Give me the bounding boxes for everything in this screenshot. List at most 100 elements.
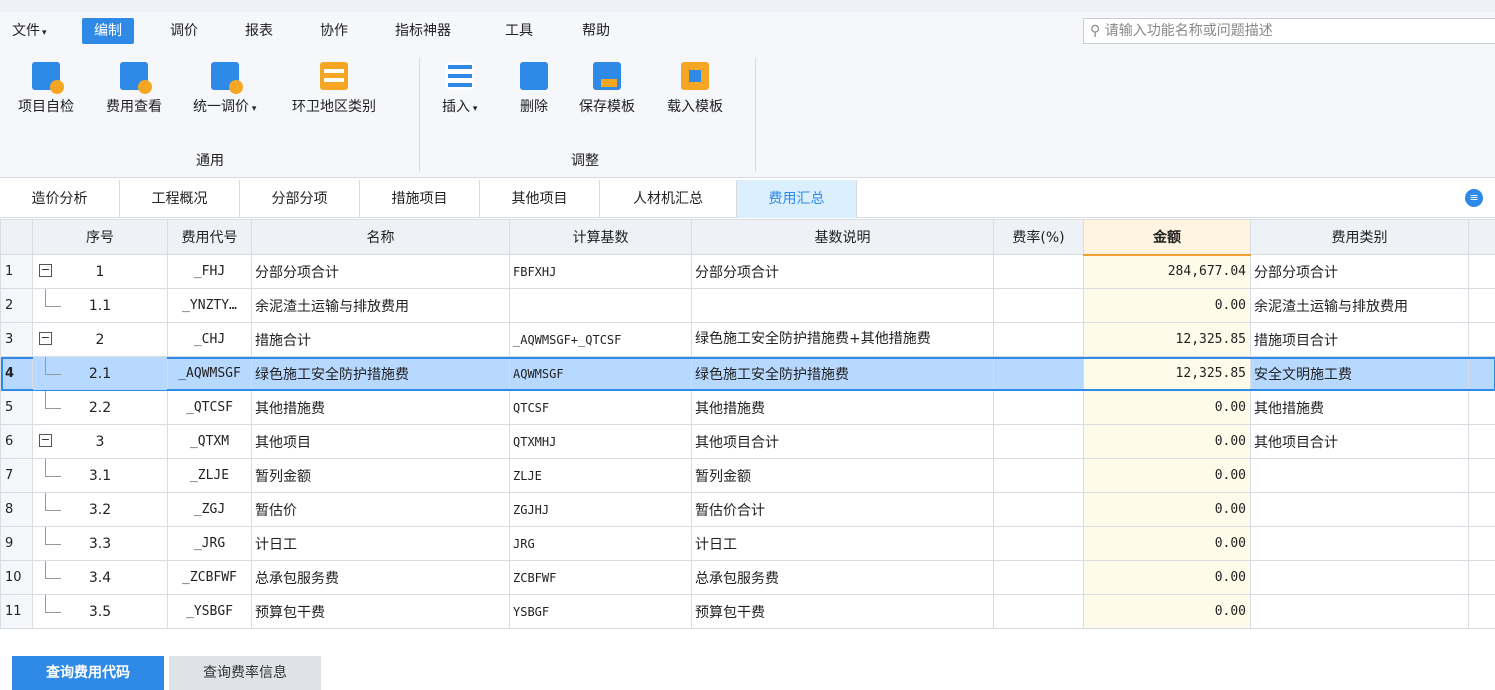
name-cell[interactable]: 措施合计 xyxy=(251,322,510,357)
code-cell[interactable]: _ZLJE xyxy=(167,458,252,493)
table-row-selected[interactable]: 4 2.1 _AQWMSGF 绿色施工安全防护措施费 AQWMSGF 绿色施工安… xyxy=(0,356,1495,391)
seq-cell[interactable]: 3.3 xyxy=(32,526,168,561)
cost-view-button[interactable]: 费用查看 xyxy=(106,62,162,116)
code-cell[interactable]: _FHJ xyxy=(167,254,252,289)
name-cell[interactable]: 暂列金额 xyxy=(251,458,510,493)
header-seq[interactable]: 序号 xyxy=(32,219,168,255)
table-row[interactable]: 9 3.3 _JRG 计日工 JRG 计日工 0.00 xyxy=(0,526,1495,561)
basis-cell[interactable] xyxy=(509,288,692,323)
unified-adjust-button[interactable]: 统一调价 ▾ xyxy=(193,62,256,116)
seq-cell[interactable]: 3.1 xyxy=(32,458,168,493)
sanitation-category-button[interactable]: 环卫地区类别 xyxy=(292,62,376,116)
category-cell[interactable]: 其他项目合计 xyxy=(1250,424,1469,459)
seq-cell[interactable]: 3.5 xyxy=(32,594,168,629)
basis-cell[interactable]: ZCBFWF xyxy=(509,560,692,595)
table-row[interactable]: 7 3.1 _ZLJE 暂列金额 ZLJE 暂列金额 0.00 xyxy=(0,458,1495,493)
basis-cell[interactable]: JRG xyxy=(509,526,692,561)
name-cell[interactable]: 计日工 xyxy=(251,526,510,561)
code-cell[interactable]: _QTXM xyxy=(167,424,252,459)
table-row[interactable]: 6 −3 _QTXM 其他项目 QTXMHJ 其他项目合计 0.00 其他项目合… xyxy=(0,424,1495,459)
project-check-button[interactable]: 项目自检 xyxy=(18,62,74,116)
header-amount[interactable]: 金额 xyxy=(1083,219,1251,256)
header-basis-desc[interactable]: 基数说明 xyxy=(691,219,994,255)
seq-cell[interactable]: −1 xyxy=(32,254,168,289)
header-rate[interactable]: 费率(%) xyxy=(993,219,1084,255)
rate-cell[interactable] xyxy=(993,356,1084,391)
basis-desc-cell[interactable] xyxy=(691,288,994,323)
table-row[interactable]: 2 1.1 _YNZTY… 余泥渣土运输与排放费用 0.00 余泥渣土运输与排放… xyxy=(0,288,1495,323)
header-name[interactable]: 名称 xyxy=(251,219,510,255)
delete-button[interactable]: 删除 xyxy=(520,62,548,116)
basis-desc-cell[interactable]: 其他措施费 xyxy=(691,390,994,425)
name-cell[interactable]: 其他措施费 xyxy=(251,390,510,425)
menu-file[interactable]: 文件 ▾ xyxy=(12,18,47,44)
basis-desc-cell[interactable]: 绿色施工安全防护措施费+其他措施费 xyxy=(691,322,994,357)
seq-cell[interactable]: 3.4 xyxy=(32,560,168,595)
info-icon[interactable]: ≡ xyxy=(1465,189,1483,207)
menu-edit[interactable]: 编制 xyxy=(82,18,134,44)
rate-cell[interactable] xyxy=(993,390,1084,425)
seq-cell[interactable]: 1.1 xyxy=(32,288,168,323)
name-cell[interactable]: 预算包干费 xyxy=(251,594,510,629)
menu-collaborate[interactable]: 协作 xyxy=(320,18,348,44)
category-cell[interactable]: 其他措施费 xyxy=(1250,390,1469,425)
category-cell[interactable] xyxy=(1250,560,1469,595)
basis-desc-cell[interactable]: 其他项目合计 xyxy=(691,424,994,459)
basis-cell[interactable]: ZLJE xyxy=(509,458,692,493)
load-template-button[interactable]: 载入模板 xyxy=(667,62,723,116)
code-cell[interactable]: _ZGJ xyxy=(167,492,252,527)
rate-cell[interactable] xyxy=(993,254,1084,289)
category-cell[interactable] xyxy=(1250,526,1469,561)
name-cell[interactable]: 分部分项合计 xyxy=(251,254,510,289)
tab-labor-material-summary[interactable]: 人材机汇总 xyxy=(600,180,737,218)
tab-cost-summary[interactable]: 费用汇总 xyxy=(737,180,857,218)
tab-project-overview[interactable]: 工程概况 xyxy=(120,180,240,218)
category-cell[interactable] xyxy=(1250,492,1469,527)
rate-cell[interactable] xyxy=(993,458,1084,493)
query-cost-code-tab[interactable]: 查询费用代码 xyxy=(12,656,164,690)
code-cell[interactable]: _YNZTY… xyxy=(167,288,252,323)
header-category[interactable]: 费用类别 xyxy=(1250,219,1469,255)
category-cell[interactable] xyxy=(1250,594,1469,629)
insert-button[interactable]: 插入 ▾ xyxy=(442,62,477,116)
table-row[interactable]: 8 3.2 _ZGJ 暂估价 ZGJHJ 暂估价合计 0.00 xyxy=(0,492,1495,527)
basis-cell[interactable]: AQWMSGF xyxy=(509,356,692,391)
basis-cell[interactable]: YSBGF xyxy=(509,594,692,629)
tab-other-items[interactable]: 其他项目 xyxy=(480,180,600,218)
rate-cell[interactable] xyxy=(993,526,1084,561)
seq-cell[interactable]: 3.2 xyxy=(32,492,168,527)
basis-cell[interactable]: _AQWMSGF+_QTCSF xyxy=(509,322,692,357)
basis-cell[interactable]: QTCSF xyxy=(509,390,692,425)
tab-sub-items[interactable]: 分部分项 xyxy=(240,180,360,218)
rate-cell[interactable] xyxy=(993,560,1084,595)
code-cell[interactable]: _YSBGF xyxy=(167,594,252,629)
table-row[interactable]: 10 3.4 _ZCBFWF 总承包服务费 ZCBFWF 总承包服务费 0.00 xyxy=(0,560,1495,595)
basis-cell[interactable]: ZGJHJ xyxy=(509,492,692,527)
seq-cell[interactable]: 2.2 xyxy=(32,390,168,425)
category-cell[interactable]: 分部分项合计 xyxy=(1250,254,1469,289)
basis-desc-cell[interactable]: 计日工 xyxy=(691,526,994,561)
code-cell[interactable]: _JRG xyxy=(167,526,252,561)
collapse-icon[interactable]: − xyxy=(39,264,52,277)
rate-cell[interactable] xyxy=(993,594,1084,629)
name-cell[interactable]: 其他项目 xyxy=(251,424,510,459)
basis-cell[interactable]: QTXMHJ xyxy=(509,424,692,459)
rate-cell[interactable] xyxy=(993,322,1084,357)
seq-cell[interactable]: −3 xyxy=(32,424,168,459)
table-row[interactable]: 1 −1 _FHJ 分部分项合计 FBFXHJ 分部分项合计 284,677.0… xyxy=(0,254,1495,289)
tab-measures[interactable]: 措施项目 xyxy=(360,180,480,218)
category-cell[interactable]: 安全文明施工费 xyxy=(1250,356,1469,391)
seq-cell[interactable]: 2.1 xyxy=(32,356,168,391)
menu-help[interactable]: 帮助 xyxy=(582,18,610,44)
basis-desc-cell[interactable]: 暂列金额 xyxy=(691,458,994,493)
basis-desc-cell[interactable]: 暂估价合计 xyxy=(691,492,994,527)
basis-desc-cell[interactable]: 分部分项合计 xyxy=(691,254,994,289)
menu-price-adjust[interactable]: 调价 xyxy=(170,18,198,44)
code-cell[interactable]: _QTCSF xyxy=(167,390,252,425)
save-template-button[interactable]: 保存模板 xyxy=(579,62,635,116)
basis-desc-cell[interactable]: 总承包服务费 xyxy=(691,560,994,595)
basis-desc-cell[interactable]: 绿色施工安全防护措施费 xyxy=(691,356,994,391)
menu-reports[interactable]: 报表 xyxy=(245,18,273,44)
name-cell[interactable]: 余泥渣土运输与排放费用 xyxy=(251,288,510,323)
basis-desc-cell[interactable]: 预算包干费 xyxy=(691,594,994,629)
